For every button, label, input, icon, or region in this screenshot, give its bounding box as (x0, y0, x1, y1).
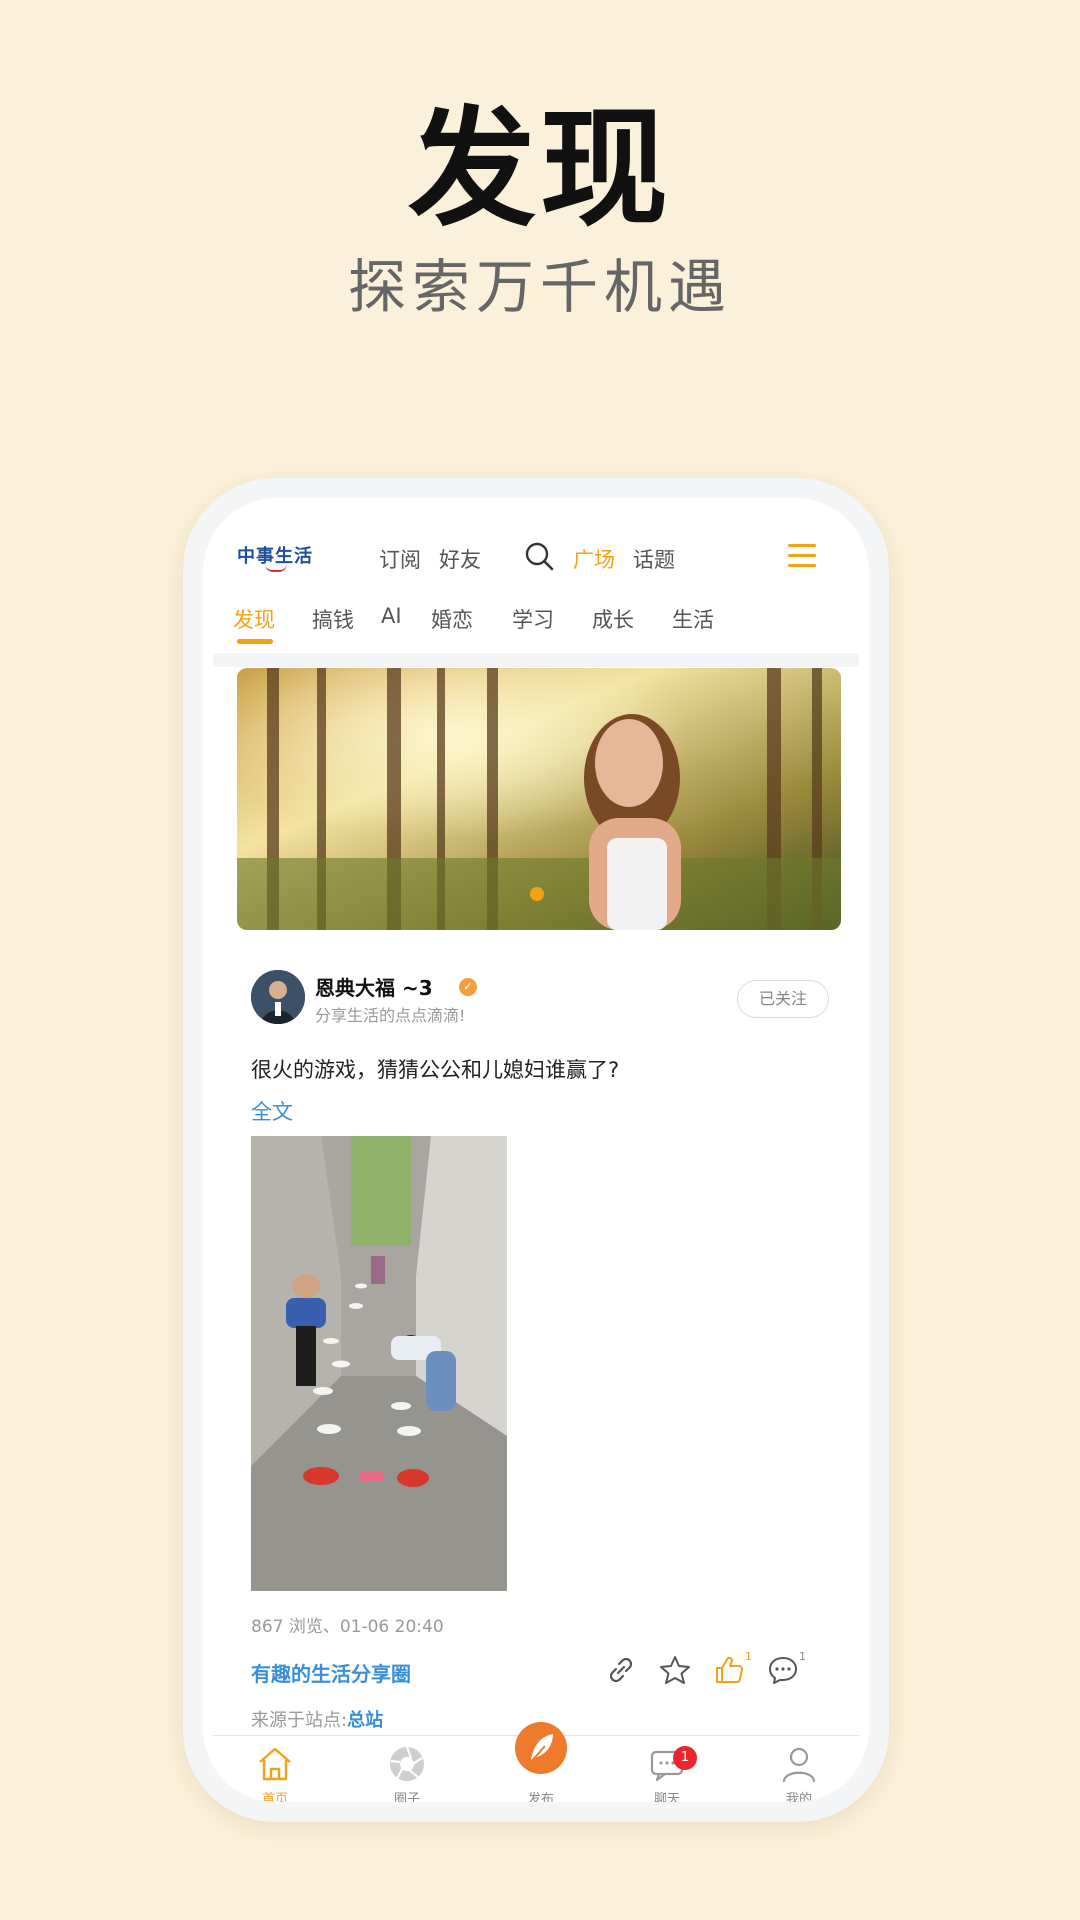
nav-friends[interactable]: 好友 (439, 544, 481, 574)
circle-link[interactable]: 有趣的生活分享圈 (251, 1658, 411, 1687)
post-stats: 867 浏览、01-06 20:40 (251, 1617, 444, 1637)
comment-count: 1 (799, 1650, 806, 1663)
post-source: 来源于站点:总站 (251, 1706, 383, 1732)
feather-icon (528, 1734, 553, 1765)
post-text: 很火的游戏，猜猜公公和儿媳妇谁赢了? (251, 1058, 620, 1082)
nav-topics[interactable]: 话题 (633, 544, 675, 574)
circle-icon (390, 1746, 424, 1781)
tab-chat-label: 聊天 (653, 1792, 680, 1802)
top-nav-bar: 中事生活 订阅 好友 广场 话题 (203, 498, 869, 578)
source-site-link[interactable]: 总站 (347, 1710, 383, 1731)
post-card[interactable]: 恩典大福 ~3 ✓ 分享生活的点点滴滴! 已关注 很火的游戏，猜猜公公和儿媳妇谁… (233, 946, 845, 1746)
category-tab-discover[interactable]: 发现 (233, 604, 275, 634)
category-tab-dating[interactable]: 婚恋 (431, 604, 473, 634)
banner-image[interactable] (237, 668, 841, 930)
comment-icon[interactable] (767, 1654, 799, 1686)
logo-smile-mark (265, 564, 287, 572)
full-text-link[interactable]: 全文 (251, 1096, 293, 1126)
phone-frame: 中事生活 订阅 好友 广场 话题 发现 搞钱 AI 婚恋 学习 成长 生活 恩典… (183, 478, 889, 1822)
nav-square[interactable]: 广场 (573, 544, 615, 574)
user-icon (782, 1747, 816, 1783)
category-tab-money[interactable]: 搞钱 (312, 604, 354, 634)
home-icon (259, 1747, 291, 1781)
publish-button[interactable] (515, 1722, 567, 1774)
tab-me[interactable]: 我的 (759, 1744, 839, 1802)
thumb-up-icon[interactable] (713, 1654, 745, 1686)
verified-badge-icon: ✓ (459, 978, 477, 996)
category-tab-life[interactable]: 生活 (672, 604, 714, 634)
hero-title: 发现 (407, 95, 672, 244)
tab-chat[interactable]: 1 聊天 (627, 1744, 707, 1802)
bottom-tab-bar: 首页 圈子 发布 1 聊天 我的 (213, 1722, 859, 1802)
category-tab-ai[interactable]: AI (381, 604, 402, 628)
tab-circle-label: 圈子 (393, 1792, 420, 1802)
user-name[interactable]: 恩典大福 ~3 (315, 972, 433, 1001)
category-active-indicator (237, 639, 273, 644)
chat-badge: 1 (673, 1746, 697, 1770)
hero-subtitle: 探索万千机遇 (347, 253, 732, 321)
tab-publish-label: 发布 (527, 1792, 554, 1802)
app-screen: 中事生活 订阅 好友 广场 话题 发现 搞钱 AI 婚恋 学习 成长 生活 恩典… (203, 498, 869, 1802)
tab-me-label: 我的 (785, 1792, 812, 1802)
nav-subscribe[interactable]: 订阅 (379, 544, 421, 574)
tab-home-label: 首页 (261, 1792, 288, 1802)
like-count: 1 (745, 1650, 752, 1663)
link-icon[interactable] (605, 1654, 637, 1686)
user-signature: 分享生活的点点滴滴! (315, 1006, 466, 1025)
tab-circle[interactable]: 圈子 (367, 1744, 447, 1802)
banner-photo (237, 668, 841, 930)
avatar-photo (251, 970, 305, 1024)
category-tab-growth[interactable]: 成长 (592, 604, 634, 634)
star-icon[interactable] (659, 1654, 691, 1686)
follow-button[interactable]: 已关注 (737, 980, 829, 1018)
section-divider (213, 653, 859, 667)
menu-icon[interactable] (788, 544, 816, 570)
avatar[interactable] (251, 970, 305, 1024)
search-icon[interactable] (523, 540, 555, 572)
post-image[interactable] (251, 1136, 507, 1591)
tab-publish[interactable]: 发布 (501, 1722, 581, 1802)
source-prefix: 来源于站点: (251, 1710, 348, 1731)
post-photo (251, 1136, 507, 1591)
tab-home[interactable]: 首页 (235, 1744, 315, 1802)
category-tab-study[interactable]: 学习 (512, 604, 554, 634)
